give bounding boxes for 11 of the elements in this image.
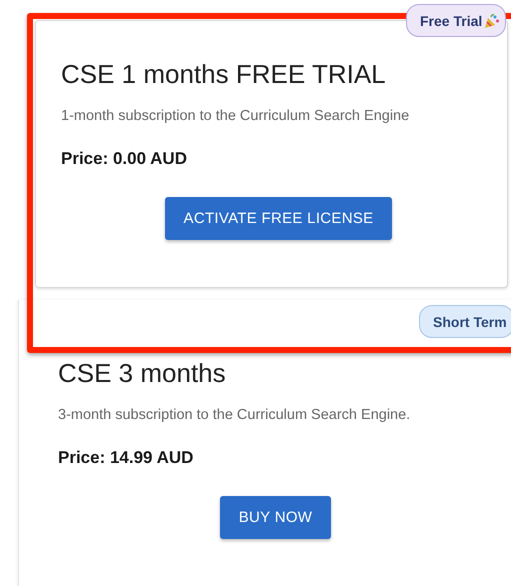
activate-button[interactable]: ACTIVATE FREE LICENSE	[164, 197, 392, 240]
plan-description: 3-month subscription to the Curriculum Search Engine.	[58, 407, 412, 423]
plan-price: Price: 14.99 AUD	[58, 448, 194, 468]
plan-title: CSE 1 months FREE TRIAL	[61, 59, 387, 90]
tag-label: Free Trial	[420, 12, 482, 28]
party-popper-icon	[485, 14, 500, 28]
tag-label: Short Term	[433, 314, 507, 330]
plan-price: Price: 0.00 AUD	[61, 149, 188, 169]
plan-description: 1-month subscription to the Curriculum Search Engine	[61, 108, 410, 124]
plan-title: CSE 3 months	[58, 358, 227, 389]
buy-button[interactable]: BUY NOW	[220, 496, 332, 539]
